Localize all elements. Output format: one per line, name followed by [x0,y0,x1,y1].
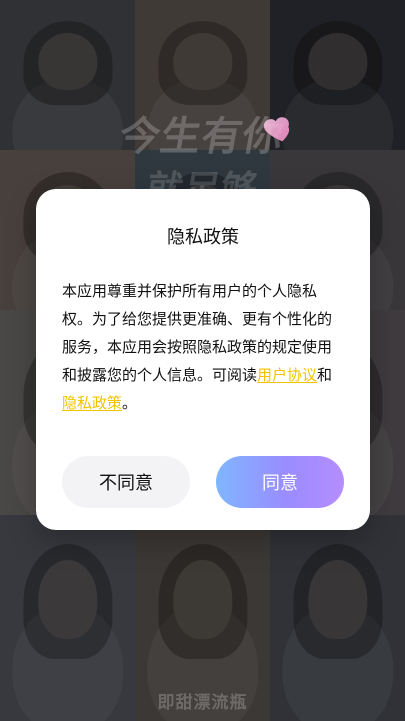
disagree-button[interactable]: 不同意 [62,456,190,508]
dialog-title: 隐私政策 [167,227,239,248]
app-name-watermark: 即甜漂流瓶 [157,693,248,713]
dialog-body-end: 。 [122,394,138,412]
dialog-body-connector: 和 [317,366,333,384]
heart-icon [263,117,290,142]
privacy-policy-dialog: 隐私政策 本应用尊重并保护所有用户的个人隐私权。为了给您提供更准确、更有个性化的… [36,189,370,530]
background-watermark-top: 今生有你 [115,114,288,160]
privacy-policy-link[interactable]: 隐私政策 [62,394,122,412]
agree-button[interactable]: 同意 [216,456,344,508]
dialog-body: 本应用尊重并保护所有用户的个人隐私权。为了给您提供更准确、更有个性化的服务，本应… [62,277,344,417]
user-agreement-link[interactable]: 用户协议 [257,366,317,384]
